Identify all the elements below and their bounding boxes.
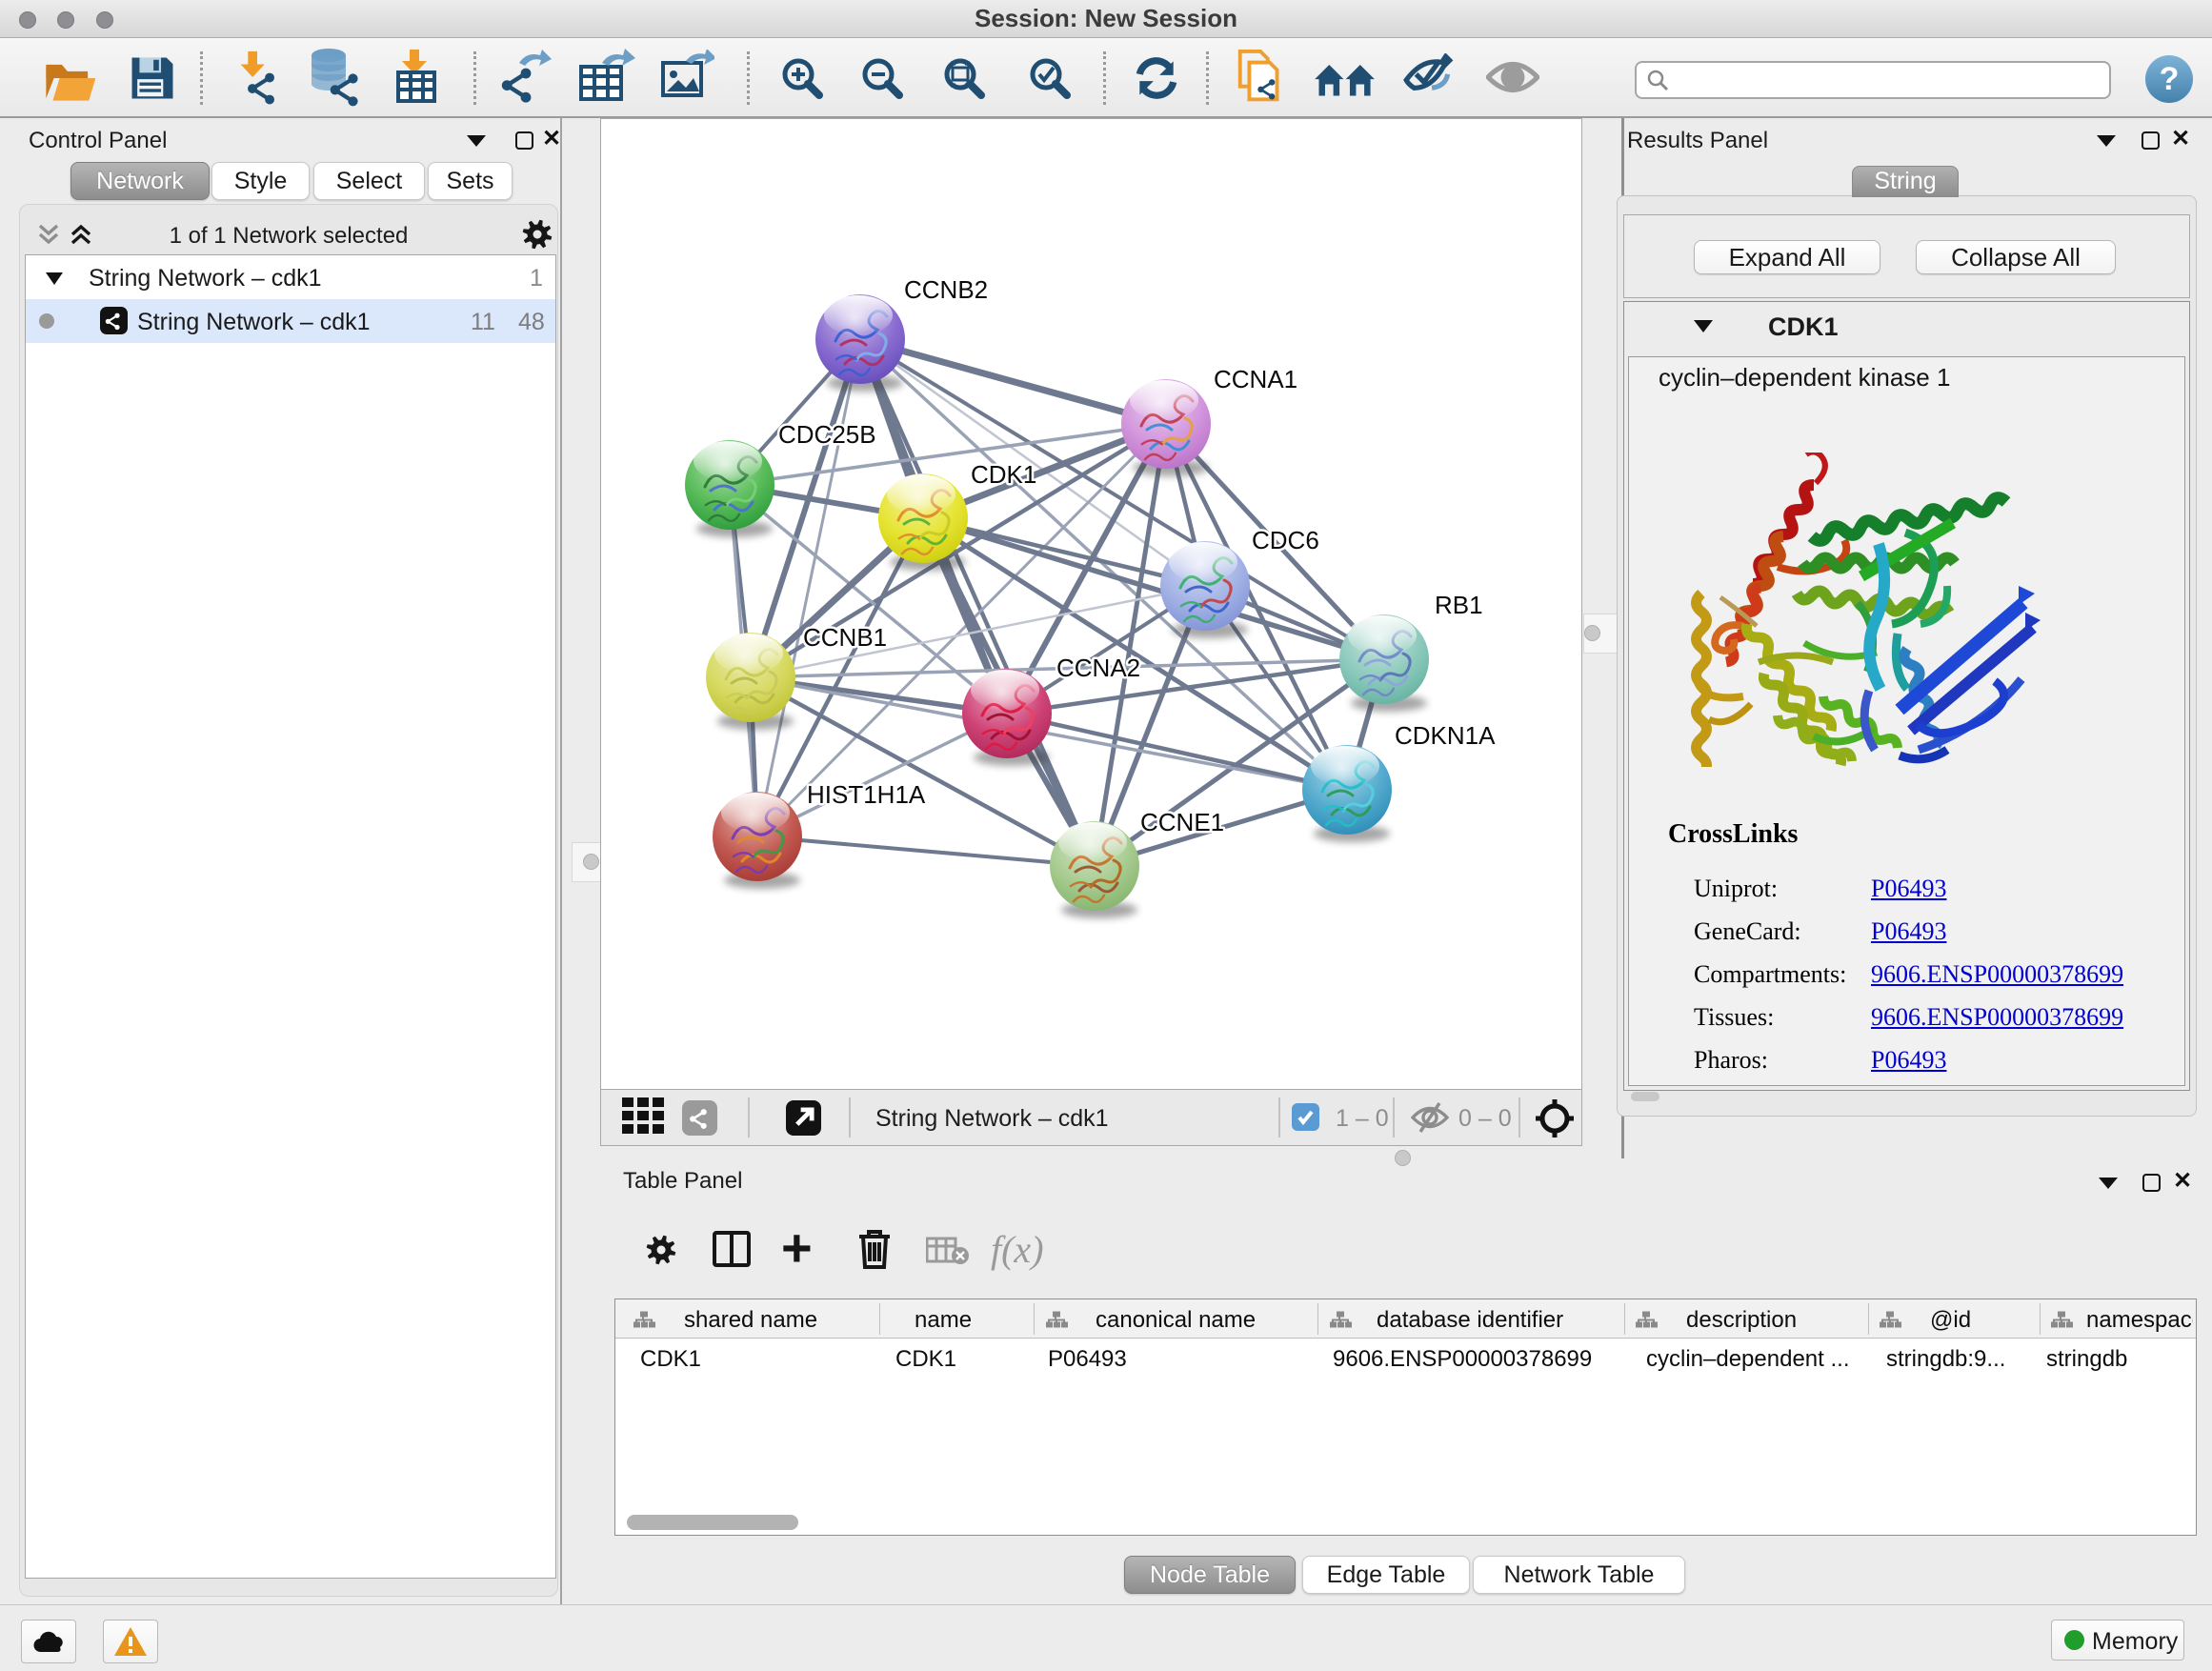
svg-text:CCNB2: CCNB2	[904, 275, 988, 304]
svg-text:CCNA1: CCNA1	[1214, 365, 1297, 393]
svg-text:CDC25B: CDC25B	[778, 420, 876, 449]
svg-text:CDK1: CDK1	[971, 460, 1036, 489]
svg-text:RB1: RB1	[1435, 591, 1483, 619]
svg-text:CCNB1: CCNB1	[803, 623, 887, 652]
svg-text:CCNA2: CCNA2	[1056, 654, 1140, 682]
svg-text:CDC6: CDC6	[1252, 526, 1319, 554]
svg-text:CCNE1: CCNE1	[1140, 808, 1224, 836]
svg-text:CDKN1A: CDKN1A	[1395, 721, 1496, 750]
svg-text:HIST1H1A: HIST1H1A	[807, 780, 926, 809]
